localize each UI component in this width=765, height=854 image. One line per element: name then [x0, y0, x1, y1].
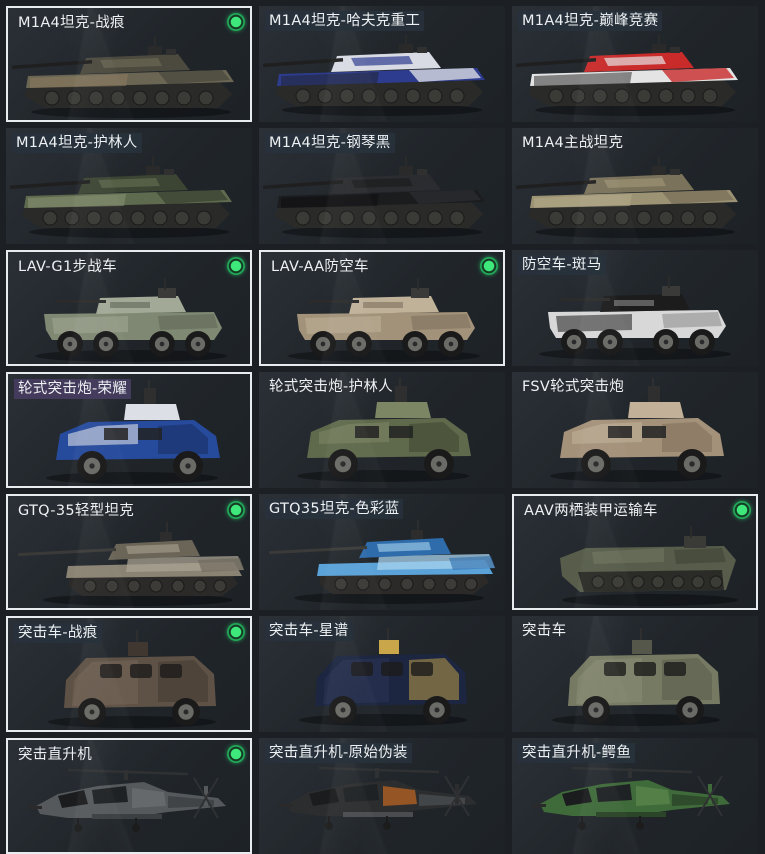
vehicle-card[interactable]: M1A4坦克-巅峰竞赛 [512, 6, 758, 122]
vehicle-card[interactable]: LAV-AA防空车 [259, 250, 505, 366]
vehicle-name: 突击车-战痕 [14, 623, 102, 643]
vehicle-name: M1A4坦克-护林人 [12, 133, 142, 153]
vehicle-name: FSV轮式突击炮 [522, 379, 625, 395]
vehicle-card[interactable]: 突击直升机 [6, 738, 252, 854]
vehicle-name: 防空车-斑马 [518, 255, 606, 275]
vehicle-card[interactable]: M1A4坦克-护林人 [6, 128, 252, 244]
vehicle-card[interactable]: 突击车 [512, 616, 758, 732]
equipped-indicator-icon [227, 257, 245, 275]
vehicle-card[interactable]: 突击车-战痕 [6, 616, 252, 732]
vehicle-card[interactable]: FSV轮式突击炮 [512, 372, 758, 488]
vehicle-name: GTQ35坦克-色彩蓝 [265, 499, 404, 519]
vehicle-name: GTQ-35轻型坦克 [18, 503, 135, 519]
vehicle-name: 突击车-星谱 [265, 621, 353, 641]
vehicle-name: LAV-AA防空车 [271, 259, 369, 275]
vehicle-name: 突击直升机-原始伪装 [265, 743, 412, 763]
vehicle-card[interactable]: GTQ-35轻型坦克 [6, 494, 252, 610]
vehicle-name: 轮式突击炮-护林人 [269, 379, 393, 395]
vehicle-card[interactable]: LAV-G1步战车 [6, 250, 252, 366]
vehicle-name: M1A4坦克-巅峰竞赛 [518, 11, 663, 31]
vehicle-card[interactable]: 防空车-斑马 [512, 250, 758, 366]
vehicle-name: M1A4坦克-战痕 [18, 15, 125, 31]
vehicle-name: 突击直升机 [18, 747, 92, 763]
vehicle-card[interactable]: 突击直升机-原始伪装 [259, 738, 505, 854]
vehicle-name: M1A4主战坦克 [522, 135, 624, 151]
vehicle-card[interactable]: 轮式突击炮-荣耀 [6, 372, 252, 488]
vehicle-name: 轮式突击炮-荣耀 [14, 379, 132, 399]
vehicle-name: 突击直升机-鳄鱼 [518, 743, 636, 763]
vehicle-card[interactable]: M1A4坦克-战痕 [6, 6, 252, 122]
vehicle-skin-grid: M1A4坦克-战痕 M1A4坦克-哈夫克重工 M1A4坦克-巅峰竞赛 M1A4坦… [6, 6, 758, 854]
vehicle-card[interactable]: M1A4坦克-钢琴黑 [259, 128, 505, 244]
vehicle-card[interactable]: M1A4主战坦克 [512, 128, 758, 244]
equipped-indicator-icon [227, 623, 245, 641]
vehicle-card[interactable]: AAV两栖装甲运输车 [512, 494, 758, 610]
vehicle-card[interactable]: 轮式突击炮-护林人 [259, 372, 505, 488]
equipped-indicator-icon [480, 257, 498, 275]
vehicle-name: 突击车 [522, 623, 567, 639]
equipped-indicator-icon [733, 501, 751, 519]
equipped-indicator-icon [227, 745, 245, 763]
vehicle-name: LAV-G1步战车 [18, 259, 117, 275]
vehicle-name: AAV两栖装甲运输车 [524, 503, 658, 519]
equipped-indicator-icon [227, 13, 245, 31]
vehicle-card[interactable]: 突击直升机-鳄鱼 [512, 738, 758, 854]
vehicle-card[interactable]: M1A4坦克-哈夫克重工 [259, 6, 505, 122]
equipped-indicator-icon [227, 501, 245, 519]
vehicle-name: M1A4坦克-哈夫克重工 [265, 11, 425, 31]
vehicle-name: M1A4坦克-钢琴黑 [265, 133, 395, 153]
vehicle-card[interactable]: GTQ35坦克-色彩蓝 [259, 494, 505, 610]
vehicle-card[interactable]: 突击车-星谱 [259, 616, 505, 732]
